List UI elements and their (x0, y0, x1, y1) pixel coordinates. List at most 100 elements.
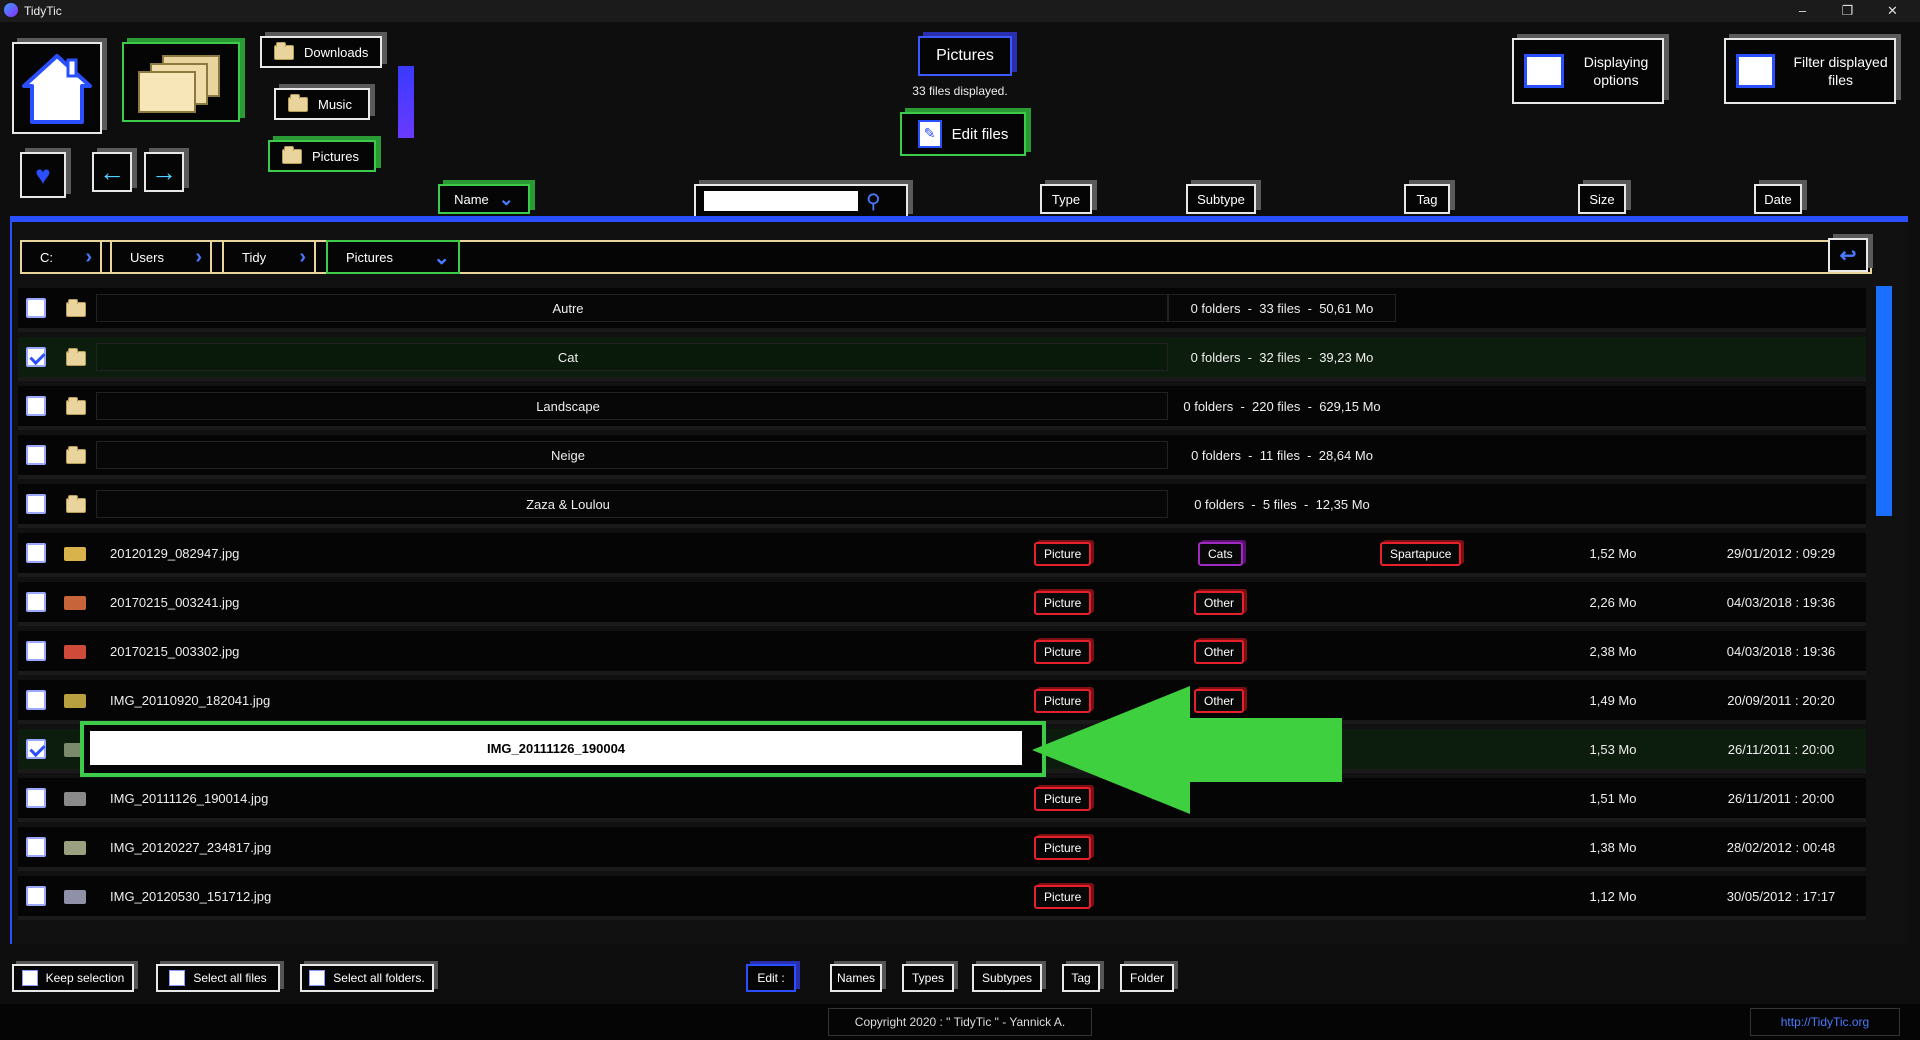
column-subtype[interactable]: Subtype (1186, 184, 1256, 214)
folder-icon (288, 93, 308, 112)
file-row[interactable]: IMG_20110920_182041.jpg Picture Other 1,… (18, 680, 1866, 724)
shortcut-label: Pictures (312, 148, 359, 164)
breadcrumb-tidy[interactable]: Tidy › (222, 240, 316, 274)
file-size: 2,38 Mo (1589, 643, 1637, 659)
button-label: Select all files (193, 971, 267, 985)
shortcut-music[interactable]: Music (274, 88, 370, 120)
file-size: 1,51 Mo (1589, 790, 1637, 806)
column-name[interactable]: Name ⌄ (438, 184, 530, 214)
folder-row[interactable]: Landscape 0 folders - 220 files - 629,15… (18, 386, 1866, 430)
row-checkbox[interactable] (26, 886, 46, 906)
file-name: IMG_20111126_190014.jpg (110, 790, 269, 806)
search-box[interactable]: ⚲ (694, 184, 908, 218)
row-checkbox[interactable] (26, 445, 46, 465)
edit-types-button[interactable]: Types (902, 964, 954, 992)
file-row[interactable]: 20120129_082947.jpg Picture Cats Spartap… (18, 533, 1866, 577)
breadcrumb-pictures[interactable]: Pictures ⌄ (326, 240, 460, 274)
column-tag[interactable]: Tag (1404, 184, 1450, 214)
file-date: 26/11/2011 : 20:00 (1727, 741, 1835, 757)
file-row[interactable]: IMG_20111126_190014.jpg Picture 1,51 Mo … (18, 778, 1866, 822)
file-name: 20170215_003302.jpg (110, 643, 240, 659)
folder-row[interactable]: Cat 0 folders - 32 files - 39,23 Mo (18, 337, 1866, 381)
row-checkbox[interactable] (26, 543, 46, 563)
tag-badge[interactable]: Spartapuce (1380, 542, 1462, 566)
favorites-button[interactable]: ♥ (20, 152, 66, 198)
subtype-badge[interactable]: Other (1194, 591, 1245, 615)
folder-name: Zaza & Loulou (526, 496, 610, 512)
edit-folder-button[interactable]: Folder (1120, 964, 1174, 992)
filter-files-button[interactable]: Filter displayed files (1724, 38, 1896, 104)
search-input[interactable] (704, 191, 858, 211)
edit-files-button[interactable]: ✎ Edit files (900, 112, 1026, 156)
row-checkbox[interactable] (26, 641, 46, 661)
checkbox-icon (21, 970, 38, 986)
row-checkbox[interactable] (26, 739, 46, 759)
subtype-badge[interactable]: Cats (1198, 542, 1243, 566)
file-row[interactable]: IMG_20120530_151712.jpg Picture 1,12 Mo … (18, 876, 1866, 920)
file-date: 29/01/2012 : 09:29 (1726, 545, 1836, 561)
arrow-left-icon: ← (99, 156, 125, 187)
folder-row[interactable]: Neige 0 folders - 11 files - 28,64 Mo (18, 435, 1866, 479)
shortcut-pictures[interactable]: Pictures (268, 140, 376, 172)
explorer-button[interactable] (122, 42, 240, 122)
subtype-badge[interactable]: Other (1194, 640, 1245, 664)
type-badge[interactable]: Picture (1034, 542, 1092, 566)
search-icon[interactable]: ⚲ (866, 189, 881, 214)
file-size: 1,12 Mo (1589, 888, 1637, 904)
select-all-folders-button[interactable]: Select all folders. (300, 964, 434, 992)
row-checkbox[interactable] (26, 788, 46, 808)
file-name: 20120129_082947.jpg (110, 545, 240, 561)
folder-row[interactable]: Zaza & Loulou 0 folders - 5 files - 12,3… (18, 484, 1866, 528)
file-name: 20170215_003241.jpg (110, 594, 240, 610)
breadcrumb-label: Pictures (346, 249, 393, 265)
column-type[interactable]: Type (1040, 184, 1092, 214)
row-checkbox[interactable] (26, 690, 46, 710)
file-thumbnail (64, 841, 86, 855)
edit-names-button[interactable]: Names (830, 964, 882, 992)
row-checkbox[interactable] (26, 298, 46, 318)
edit-tag-button[interactable]: Tag (1062, 964, 1100, 992)
restore-button[interactable]: ❐ (1825, 0, 1870, 22)
column-size[interactable]: Size (1578, 184, 1626, 214)
shortcut-downloads[interactable]: Downloads (260, 36, 382, 68)
breadcrumb-label: Tidy (242, 249, 267, 265)
folder-row[interactable]: Autre 0 folders - 33 files - 50,61 Mo (18, 288, 1866, 332)
type-badge[interactable]: Picture (1034, 885, 1092, 909)
select-all-files-button[interactable]: Select all files (156, 964, 280, 992)
row-checkbox[interactable] (26, 347, 46, 367)
file-row[interactable]: 20170215_003241.jpg Picture Other 2,26 M… (18, 582, 1866, 626)
heart-icon: ♥ (35, 160, 51, 190)
row-checkbox[interactable] (26, 592, 46, 612)
list-scrollbar[interactable] (1876, 286, 1892, 516)
home-button[interactable] (12, 42, 102, 134)
close-button[interactable]: ✕ (1870, 0, 1915, 22)
row-checkbox[interactable] (26, 837, 46, 857)
forward-button[interactable]: → (144, 152, 184, 192)
chevron-right-icon: › (195, 245, 202, 268)
chevron-right-icon: › (299, 245, 306, 268)
keep-selection-button[interactable]: Keep selection (12, 964, 134, 992)
website-link[interactable]: http://TidyTic.org (1750, 1008, 1900, 1036)
back-button[interactable]: ← (92, 152, 132, 192)
rename-input[interactable] (90, 731, 1022, 765)
go-up-button[interactable]: ↩ (1828, 238, 1868, 272)
type-badge[interactable]: Picture (1034, 640, 1092, 664)
file-row-editing[interactable]: 1,53 Mo 26/11/2011 : 20:00 (18, 721, 1866, 777)
type-badge[interactable]: Picture (1034, 591, 1092, 615)
file-date: 30/05/2012 : 17:17 (1726, 888, 1836, 904)
type-badge[interactable]: Picture (1034, 836, 1092, 860)
minimize-button[interactable]: – (1780, 0, 1825, 22)
file-row[interactable]: 20170215_003302.jpg Picture Other 2,38 M… (18, 631, 1866, 675)
displaying-options-button[interactable]: Displaying options (1512, 38, 1664, 104)
row-checkbox[interactable] (26, 396, 46, 416)
row-checkbox[interactable] (26, 494, 46, 514)
file-thumbnail (64, 596, 86, 610)
folder-name: Cat (557, 349, 579, 365)
column-date[interactable]: Date (1754, 184, 1802, 214)
shortcuts-scrollbar[interactable] (398, 66, 414, 138)
breadcrumb-users[interactable]: Users › (110, 240, 212, 274)
file-row[interactable]: IMG_20120227_234817.jpg Picture 1,38 Mo … (18, 827, 1866, 871)
breadcrumb-c[interactable]: C: › (20, 240, 102, 274)
edit-subtypes-button[interactable]: Subtypes (972, 964, 1042, 992)
chevron-down-icon: ⌄ (433, 246, 450, 269)
